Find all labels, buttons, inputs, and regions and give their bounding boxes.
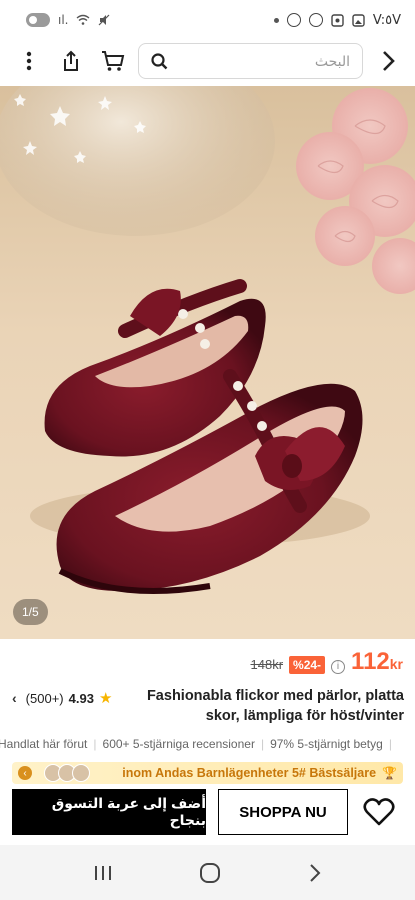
- status-right: V:٥V: [273, 12, 401, 28]
- badge-purchased-before: Handlat här förut: [0, 737, 88, 751]
- status-left: ıl.: [26, 13, 110, 27]
- badges-row: Handlat här förut | 600+ 5-stjärniga rec…: [0, 737, 415, 751]
- toggle-status-icon: [26, 13, 50, 27]
- thumbnail: [72, 764, 90, 782]
- action-bar: أضف إلى عربة التسوق بنجاح SHOPPA NU: [0, 784, 415, 840]
- rating-summary[interactable]: ‹ (500+) 4.93 ★: [12, 689, 112, 707]
- product-image-gallery[interactable]: 1/5: [0, 86, 415, 639]
- reviews-count: (500+): [25, 690, 64, 706]
- whatsapp-icon: [308, 13, 323, 27]
- badge-five-star-rating: 97% 5-stjärnigt betyg: [270, 737, 383, 751]
- chevron-left-icon: ‹: [12, 690, 17, 706]
- chevron-left-icon: ‹: [18, 766, 32, 780]
- screenshot-icon: [331, 13, 344, 27]
- chevron-right-icon: [383, 51, 395, 71]
- add-to-cart-button[interactable]: أضف إلى عربة التسوق بنجاح: [12, 789, 206, 835]
- price-row: 148kr %24- i 112kr: [251, 648, 404, 676]
- original-price: 148kr: [250, 657, 284, 672]
- trophy-icon: 🏆: [382, 766, 397, 780]
- badge-five-star-reviews: 600+ 5-stjärniga recensioner: [102, 737, 255, 751]
- product-title: Fashionabla flickor med pärlor, platta s…: [146, 688, 404, 724]
- price-currency: kr: [389, 656, 403, 672]
- share-button[interactable]: [54, 44, 88, 78]
- bestseller-thumbnails: [38, 764, 90, 782]
- status-bar: ıl. V:٥V: [0, 0, 415, 40]
- shop-now-button[interactable]: SHOPPA NU: [218, 789, 348, 835]
- rating-value: 4.93: [68, 690, 94, 706]
- title-row: ‹ (500+) 4.93 ★ Fashionabla flickor med …: [12, 686, 404, 726]
- app-header: البحث: [0, 40, 415, 82]
- gallery-status-icon: [352, 13, 365, 27]
- price-value: 112: [351, 648, 390, 675]
- wifi-icon: [77, 14, 90, 25]
- wishlist-button[interactable]: [360, 789, 398, 835]
- search-input[interactable]: البحث: [176, 53, 350, 70]
- current-price: 112kr: [351, 648, 403, 676]
- info-icon[interactable]: i: [331, 659, 346, 674]
- more-options-button[interactable]: [12, 44, 46, 78]
- bestseller-banner[interactable]: ‹ inom Andas Barnlägenheter 5# Bästsälja…: [12, 762, 403, 784]
- divider: |: [260, 737, 265, 751]
- skype-icon: [286, 13, 301, 27]
- search-bar[interactable]: البحث: [138, 43, 363, 79]
- mute-icon: [99, 14, 110, 26]
- recent-apps-icon[interactable]: [93, 864, 113, 882]
- product-image: [0, 86, 415, 639]
- search-icon: [151, 52, 168, 69]
- cart-button[interactable]: [96, 44, 130, 78]
- notification-dot-icon: [273, 17, 279, 23]
- signal-icon: ıl.: [58, 13, 69, 27]
- divider: |: [93, 737, 97, 751]
- discount-badge: %24-: [289, 656, 326, 674]
- back-button[interactable]: [371, 44, 405, 78]
- system-nav-bar: [0, 845, 415, 900]
- heart-icon: [363, 798, 395, 826]
- image-counter: 1/5: [13, 599, 48, 625]
- share-icon: [64, 50, 78, 71]
- back-nav-icon[interactable]: [308, 863, 322, 883]
- home-icon[interactable]: [199, 862, 221, 884]
- star-icon: ★: [98, 690, 113, 707]
- divider: |: [388, 737, 392, 751]
- more-vertical-icon: [26, 51, 32, 71]
- cart-icon: [102, 51, 125, 71]
- clock: V:٥V: [372, 12, 401, 28]
- bestseller-text: inom Andas Barnlägenheter 5# Bästsäljare: [122, 766, 377, 780]
